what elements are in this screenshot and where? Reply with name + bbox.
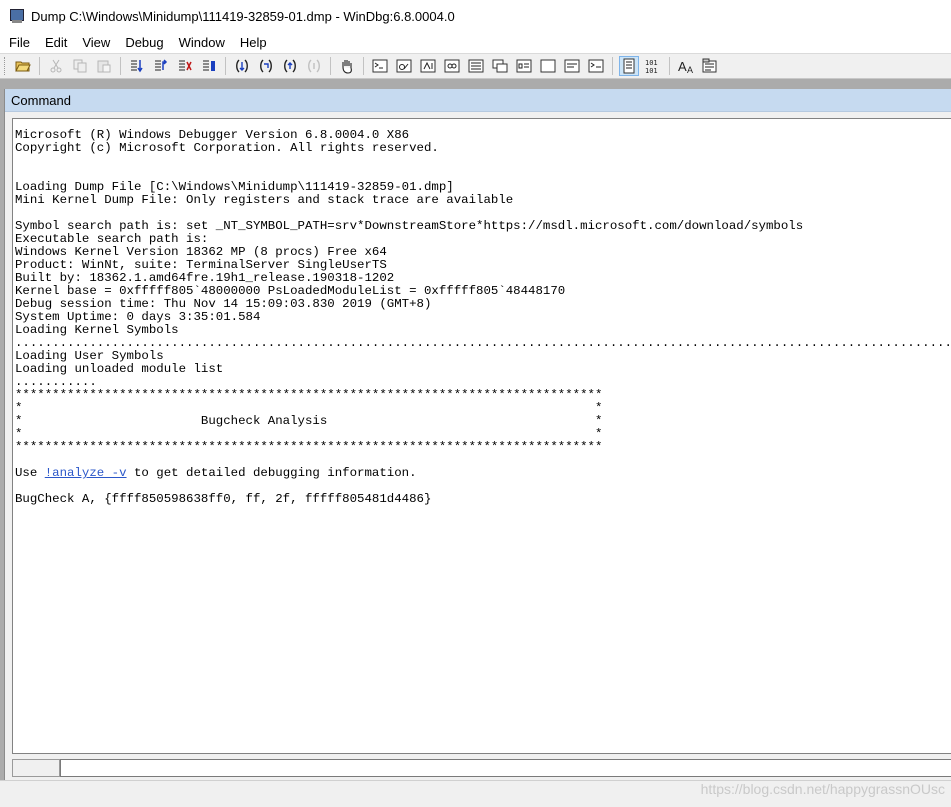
command-output: Microsoft (R) Windows Debugger Version 6… bbox=[12, 118, 951, 754]
toolbar-separator bbox=[120, 57, 121, 75]
output-line: Built by: 18362.1.amd64fre.19h1_release.… bbox=[15, 271, 394, 285]
svg-text:A: A bbox=[678, 59, 687, 74]
call-stack-window-icon[interactable] bbox=[490, 56, 510, 76]
go-icon[interactable] bbox=[232, 56, 252, 76]
menu-edit[interactable]: Edit bbox=[36, 35, 73, 50]
output-line: Copyright (c) Microsoft Corporation. All… bbox=[15, 141, 439, 155]
menu-help[interactable]: Help bbox=[231, 35, 273, 50]
menu-bar: File Edit View Debug Window Help bbox=[0, 32, 951, 53]
menu-view[interactable]: View bbox=[73, 35, 116, 50]
copy-icon[interactable] bbox=[70, 56, 90, 76]
command-input[interactable] bbox=[60, 759, 951, 777]
open-icon[interactable] bbox=[13, 56, 33, 76]
svg-text:101: 101 bbox=[645, 67, 658, 74]
disassembly-mode-icon[interactable]: 101101 bbox=[643, 56, 663, 76]
step-over-icon[interactable] bbox=[151, 56, 171, 76]
svg-text:A: A bbox=[687, 65, 693, 74]
output-line: System Uptime: 0 days 3:35:01.584 bbox=[15, 310, 260, 324]
command-window: Command Microsoft (R) Windows Debugger V… bbox=[4, 89, 951, 789]
output-line: ........... bbox=[15, 375, 97, 389]
window-title: Dump C:\Windows\Minidump\111419-32859-01… bbox=[31, 9, 455, 24]
output-line: Symbol search path is: set _NT_SYMBOL_PA… bbox=[15, 219, 803, 233]
toolbar-separator bbox=[225, 57, 226, 75]
output-line: Product: WinNt, suite: TerminalServer Si… bbox=[15, 258, 387, 272]
paste-icon[interactable] bbox=[94, 56, 114, 76]
toolbar-separator bbox=[612, 57, 613, 75]
output-line: Mini Kernel Dump File: Only registers an… bbox=[15, 193, 513, 207]
output-line: Executable search path is: bbox=[15, 232, 208, 246]
menu-debug[interactable]: Debug bbox=[116, 35, 169, 50]
registers-window-icon[interactable] bbox=[442, 56, 462, 76]
stop-debugging-icon[interactable] bbox=[280, 56, 300, 76]
toolbar-separator bbox=[39, 57, 40, 75]
output-line: Microsoft (R) Windows Debugger Version 6… bbox=[15, 128, 409, 142]
windbg-app-icon bbox=[9, 8, 25, 24]
disassembly-window-icon[interactable] bbox=[514, 56, 534, 76]
output-line: * * bbox=[15, 427, 602, 441]
hand-icon[interactable] bbox=[337, 56, 357, 76]
output-line: Loading Kernel Symbols bbox=[15, 323, 179, 337]
output-line: * Bugcheck Analysis * bbox=[15, 414, 602, 428]
use-prefix: Use bbox=[15, 466, 45, 480]
run-to-cursor-icon[interactable] bbox=[199, 56, 219, 76]
menu-window[interactable]: Window bbox=[170, 35, 231, 50]
toolbar: 101101 AA bbox=[0, 53, 951, 79]
output-line: Kernel base = 0xfffff805`48000000 PsLoad… bbox=[15, 284, 565, 298]
output-line: ****************************************… bbox=[15, 440, 602, 454]
font-icon[interactable]: AA bbox=[676, 56, 696, 76]
scratch-pad-icon[interactable] bbox=[538, 56, 558, 76]
step-out-icon[interactable] bbox=[175, 56, 195, 76]
step-into-icon[interactable] bbox=[127, 56, 147, 76]
analyze-link[interactable]: !analyze -v bbox=[45, 466, 127, 480]
source-window-icon[interactable] bbox=[562, 56, 582, 76]
command-output-text: Microsoft (R) Windows Debugger Version 6… bbox=[13, 119, 951, 506]
use-suffix: to get detailed debugging information. bbox=[127, 466, 417, 480]
output-line: ****************************************… bbox=[15, 388, 602, 402]
output-lines: Microsoft (R) Windows Debugger Version 6… bbox=[15, 128, 951, 454]
watermark-text: https://blog.csdn.net/happygrassnOUsc bbox=[701, 781, 945, 797]
cut-icon[interactable] bbox=[46, 56, 66, 76]
svg-text:101: 101 bbox=[645, 59, 658, 67]
command-input-row bbox=[12, 759, 951, 777]
output-line: Loading unloaded module list bbox=[15, 362, 223, 376]
output-line: Loading Dump File [C:\Windows\Minidump\1… bbox=[15, 180, 454, 194]
options-icon[interactable] bbox=[700, 56, 720, 76]
command-prompt bbox=[12, 759, 60, 777]
title-bar: Dump C:\Windows\Minidump\111419-32859-01… bbox=[0, 0, 951, 32]
output-line: Debug session time: Thu Nov 14 15:09:03.… bbox=[15, 297, 431, 311]
locals-window-icon[interactable] bbox=[418, 56, 438, 76]
restart-icon[interactable] bbox=[256, 56, 276, 76]
source-mode-icon[interactable] bbox=[619, 56, 639, 76]
output-line: * * bbox=[15, 401, 602, 415]
output-line: ........................................… bbox=[15, 336, 951, 350]
watch-window-icon[interactable] bbox=[394, 56, 414, 76]
memory-window-icon[interactable] bbox=[466, 56, 486, 76]
command-window-title: Command bbox=[5, 89, 951, 112]
toolbar-separator bbox=[330, 57, 331, 75]
menu-file[interactable]: File bbox=[0, 35, 36, 50]
toolbar-separator bbox=[363, 57, 364, 75]
output-line: Loading User Symbols bbox=[15, 349, 164, 363]
output-line: Windows Kernel Version 18362 MP (8 procs… bbox=[15, 245, 387, 259]
toolbar-separator bbox=[669, 57, 670, 75]
command-window-icon[interactable] bbox=[370, 56, 390, 76]
toolbar-grip bbox=[4, 57, 8, 75]
break-icon[interactable] bbox=[304, 56, 324, 76]
bugcheck-line: BugCheck A, {ffff850598638ff0, ff, 2f, f… bbox=[15, 492, 431, 506]
processes-threads-icon[interactable] bbox=[586, 56, 606, 76]
